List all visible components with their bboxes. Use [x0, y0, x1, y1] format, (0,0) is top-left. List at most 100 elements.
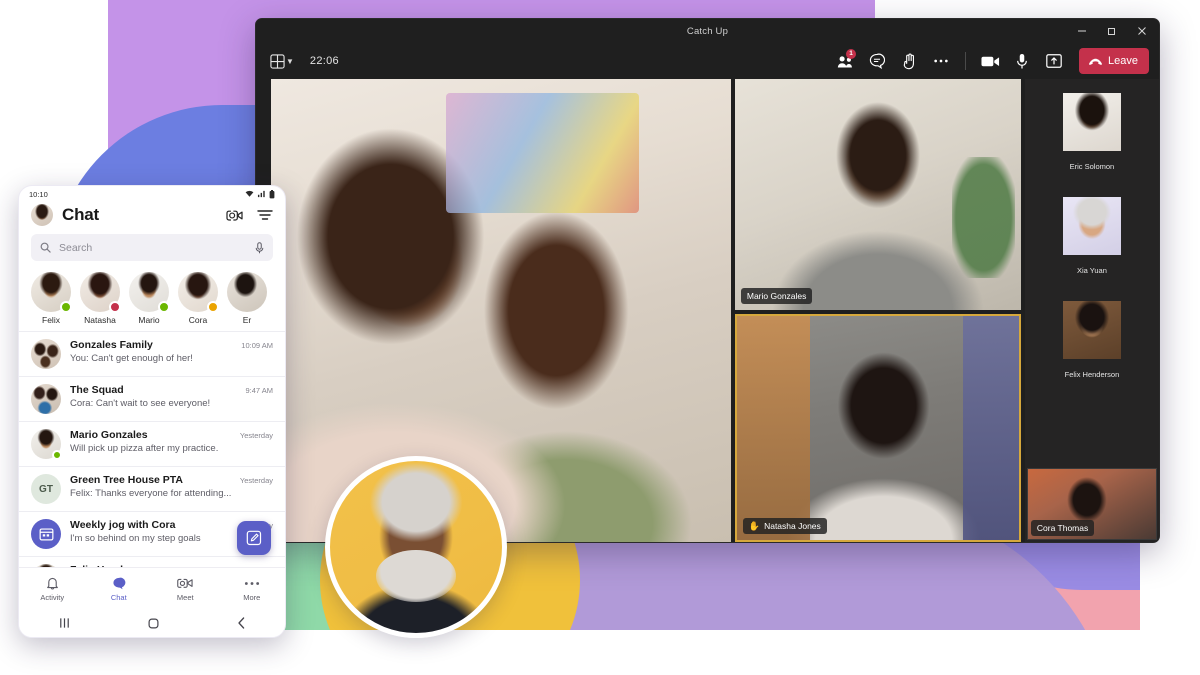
more-icon	[219, 575, 286, 591]
presence-indicator	[52, 450, 62, 460]
presence-indicator	[60, 301, 72, 313]
hangup-icon	[1088, 57, 1103, 66]
battery-icon	[269, 190, 275, 199]
avatar	[31, 339, 61, 369]
tab-more[interactable]: More	[219, 575, 286, 602]
more-options-icon[interactable]	[926, 48, 956, 74]
status-time: 10:10	[29, 190, 48, 199]
chat-preview: Will pick up pizza after my practice.	[70, 443, 273, 454]
participant-felix-henderson[interactable]: Felix Henderson	[1063, 301, 1121, 379]
participants-sidebar: Eric Solomon Xia Yuan Felix Henderson Co…	[1025, 79, 1159, 542]
camera-icon[interactable]	[975, 48, 1005, 74]
participant-name: Cora Thomas	[1037, 523, 1088, 533]
search-icon	[40, 242, 51, 253]
grid-view-icon[interactable]: ▼	[270, 54, 294, 69]
participant-name: Xia Yuan	[1063, 266, 1121, 275]
avatar	[1063, 301, 1121, 359]
back-icon[interactable]	[237, 617, 246, 629]
minimize-icon[interactable]	[1067, 19, 1097, 43]
video-feed-mario	[735, 79, 1021, 310]
avatar	[31, 429, 61, 459]
presence-indicator	[207, 301, 219, 313]
calendar-icon	[31, 519, 61, 549]
restore-icon[interactable]	[1097, 19, 1127, 43]
chat-title: The Squad	[70, 384, 124, 396]
phone-tabbar: Activity Chat Meet	[19, 567, 285, 609]
list-item-body: Green Tree House PTA Yesterday Felix: Th…	[70, 474, 273, 499]
wifi-icon	[245, 190, 254, 198]
compose-button[interactable]	[237, 521, 271, 555]
chat-timestamp: 9:47 AM	[239, 386, 273, 395]
people-icon[interactable]: 1	[830, 48, 860, 74]
participant-xia-yuan[interactable]: Xia Yuan	[1063, 197, 1121, 275]
microphone-icon[interactable]	[1007, 48, 1037, 74]
tab-label: More	[243, 593, 260, 602]
list-item[interactable]: Gonzales Family 10:09 AM You: Can't get …	[19, 331, 285, 376]
contact-cora[interactable]: Cora	[178, 272, 218, 325]
chat-bubble-icon[interactable]	[862, 48, 892, 74]
search-input[interactable]: Search	[31, 234, 273, 261]
list-item[interactable]: The Squad 9:47 AM Cora: Can't wait to se…	[19, 376, 285, 421]
signal-icon	[257, 190, 266, 198]
meeting-timer: 22:06	[310, 55, 339, 67]
contact-natasha[interactable]: Natasha	[80, 272, 120, 325]
presence-indicator	[158, 301, 170, 313]
chevron-down-icon: ▼	[286, 57, 294, 66]
chat-timestamp: Yesterday	[234, 431, 273, 440]
share-screen-icon[interactable]	[1039, 48, 1069, 74]
chat-timestamp: Yesterday	[234, 476, 273, 485]
video-tile-natasha[interactable]: ✋ Natasha Jones	[735, 314, 1021, 542]
avatar-image-speaking	[1063, 197, 1121, 255]
list-item-header: Mario Gonzales Yesterday	[70, 429, 273, 441]
participant-eric-solomon[interactable]: Eric Solomon	[1063, 93, 1121, 171]
list-item-header: Green Tree House PTA Yesterday	[70, 474, 273, 486]
filter-icon[interactable]	[257, 209, 273, 221]
tab-meet[interactable]: Meet	[152, 575, 219, 602]
search-placeholder: Search	[59, 242, 247, 254]
avatar	[80, 272, 120, 312]
leave-button[interactable]: Leave	[1079, 48, 1149, 74]
participant-name: Mario Gonzales	[747, 291, 807, 301]
chat-preview: Felix: Thanks everyone for attending...	[70, 488, 273, 499]
chat-icon	[86, 575, 153, 591]
people-count-badge: 1	[846, 49, 856, 59]
avatar-image	[1063, 301, 1121, 359]
close-icon[interactable]	[1127, 19, 1157, 43]
contact-felix[interactable]: Felix	[31, 272, 71, 325]
video-tile-cora[interactable]: Cora Thomas	[1027, 468, 1157, 540]
foreground-portrait	[325, 456, 507, 638]
home-icon[interactable]	[148, 618, 159, 629]
contact-eric[interactable]: Er	[227, 272, 267, 325]
contact-strip: Felix Natasha Mario Cora	[19, 270, 285, 331]
video-tile-mario[interactable]: Mario Gonzales	[735, 79, 1021, 310]
tab-chat[interactable]: Chat	[86, 575, 153, 602]
avatar	[31, 272, 71, 312]
window-title: Catch Up	[687, 26, 728, 37]
window-titlebar: Catch Up	[256, 19, 1159, 43]
recents-icon[interactable]	[58, 617, 71, 629]
participant-name: Felix Henderson	[1063, 370, 1121, 379]
tab-label: Chat	[111, 593, 127, 602]
chat-preview: You: Can't get enough of her!	[70, 353, 273, 364]
new-meeting-icon[interactable]	[226, 208, 243, 223]
tab-label: Activity	[40, 593, 64, 602]
contact-name: Cora	[178, 315, 218, 325]
portrait-detail	[376, 550, 455, 602]
list-item-header: Gonzales Family 10:09 AM	[70, 339, 273, 351]
chat-title: Gonzales Family	[70, 339, 153, 351]
avatar	[227, 272, 267, 312]
video-name-tag: Cora Thomas	[1031, 520, 1094, 536]
microphone-icon[interactable]	[255, 242, 264, 254]
video-tile-main[interactable]	[271, 79, 731, 542]
list-item[interactable]: GT Green Tree House PTA Yesterday Felix:…	[19, 466, 285, 511]
avatar	[1063, 197, 1121, 255]
contact-mario[interactable]: Mario	[129, 272, 169, 325]
window-controls	[1067, 19, 1157, 43]
header-actions	[226, 208, 273, 223]
page-title: Chat	[62, 205, 99, 225]
tab-activity[interactable]: Activity	[19, 575, 86, 602]
list-item[interactable]: Mario Gonzales Yesterday Will pick up pi…	[19, 421, 285, 466]
contact-name: Felix	[31, 315, 71, 325]
avatar[interactable]	[31, 204, 53, 226]
raise-hand-icon[interactable]	[894, 48, 924, 74]
